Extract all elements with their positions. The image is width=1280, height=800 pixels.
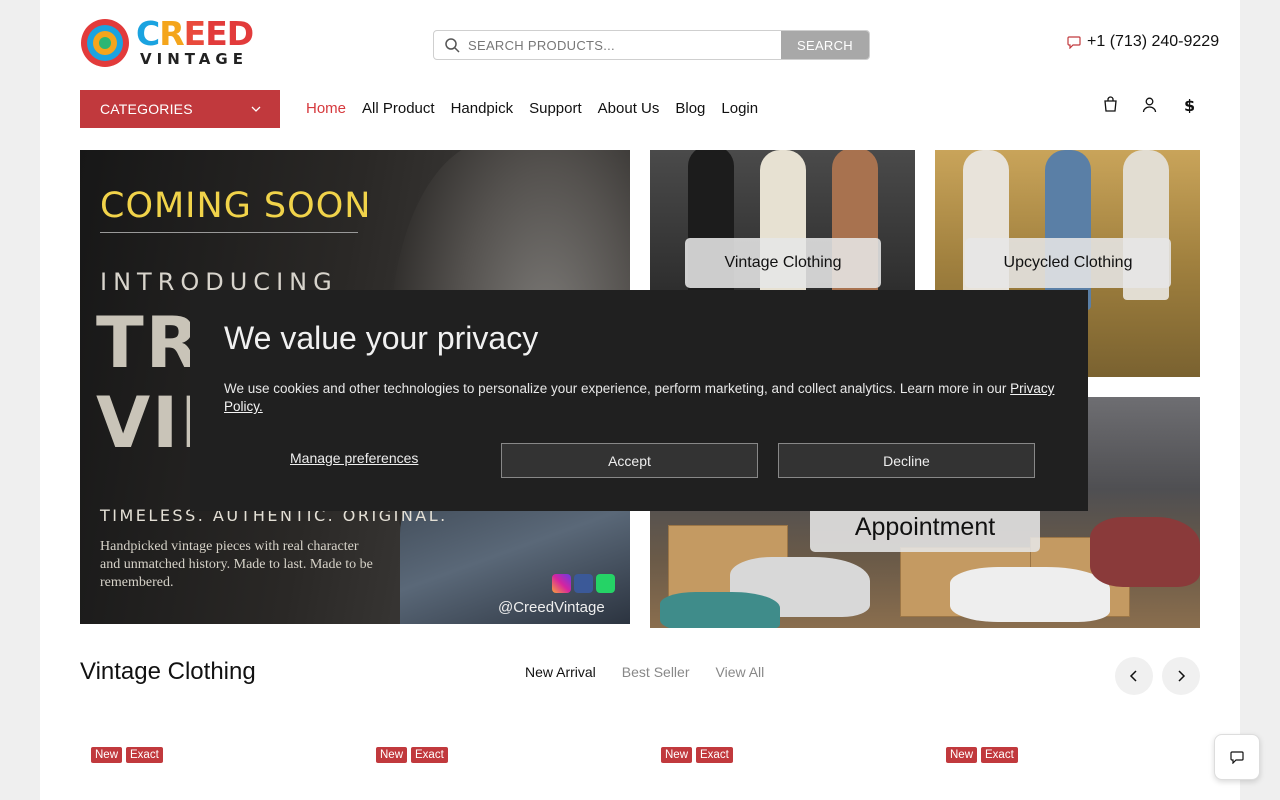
logo-subtitle: VINTAGE: [140, 50, 248, 68]
hero-coming-soon: COMING SOON: [100, 186, 372, 226]
nav-about-us[interactable]: About Us: [598, 100, 660, 117]
instagram-icon: [552, 574, 571, 593]
logo-letter: C: [136, 14, 160, 53]
privacy-body: We use cookies and other technologies to…: [224, 381, 1011, 396]
badge-exact: Exact: [411, 747, 448, 763]
phone-number: +1 (713) 240-9229: [1087, 33, 1220, 50]
clothes-pile-image: [950, 567, 1110, 622]
chat-button[interactable]: [1214, 734, 1260, 780]
privacy-text: We use cookies and other technologies to…: [224, 380, 1064, 416]
product-badges: New Exact: [376, 747, 448, 763]
decline-button[interactable]: Decline: [778, 443, 1035, 478]
categories-dropdown[interactable]: CATEGORIES: [80, 90, 280, 128]
logo-wordmark: CREED: [136, 14, 254, 54]
main-nav: Home All Product Handpick Support About …: [306, 100, 758, 117]
nav-handpick[interactable]: Handpick: [451, 100, 514, 117]
chevron-right-icon: [1178, 670, 1186, 682]
manage-preferences-link[interactable]: Manage preferences: [290, 450, 418, 466]
section-title: Vintage Clothing: [80, 658, 256, 685]
nav-home[interactable]: Home: [306, 100, 346, 117]
logo-letter: R: [159, 14, 184, 53]
chat-bubble-icon: [1067, 36, 1081, 49]
carousel-next-button[interactable]: [1162, 657, 1200, 695]
nav-icons: $: [1102, 96, 1197, 113]
nav-support[interactable]: Support: [529, 100, 582, 117]
nav-all-product[interactable]: All Product: [362, 100, 435, 117]
social-icons: [552, 574, 615, 593]
logo-letter: E: [183, 14, 207, 53]
tile-vintage-clothing[interactable]: Vintage Clothing: [650, 150, 915, 290]
clothes-pile-image: [660, 592, 780, 628]
shopping-bag-icon[interactable]: [1102, 96, 1119, 113]
badge-new: New: [376, 747, 408, 763]
badge-exact: Exact: [696, 747, 733, 763]
logo[interactable]: CREED VINTAGE: [80, 14, 254, 70]
user-icon[interactable]: [1141, 96, 1158, 113]
privacy-title: We value your privacy: [224, 320, 539, 356]
accept-button[interactable]: Accept: [501, 443, 758, 478]
categories-label: CATEGORIES: [100, 101, 193, 117]
badge-new: New: [91, 747, 123, 763]
product-badges: New Exact: [91, 747, 163, 763]
hero-handle: @CreedVintage: [498, 599, 605, 616]
tab-new-arrival[interactable]: New Arrival: [525, 664, 596, 680]
page: CREED VINTAGE SEARCH +1 (713) 240-9229 C…: [40, 0, 1240, 800]
phone-contact[interactable]: +1 (713) 240-9229: [1067, 33, 1219, 51]
badge-exact: Exact: [981, 747, 1018, 763]
search-button[interactable]: SEARCH: [781, 31, 869, 59]
tab-view-all[interactable]: View All: [716, 664, 765, 680]
tile-label: Upcycled Clothing: [965, 238, 1171, 288]
hero-divider: [100, 232, 358, 233]
chevron-down-icon: [251, 106, 261, 112]
badge-exact: Exact: [126, 747, 163, 763]
logo-target-icon: [81, 19, 129, 67]
currency-icon[interactable]: $: [1180, 96, 1197, 113]
chevron-left-icon: [1129, 670, 1137, 682]
product-badges: New Exact: [661, 747, 733, 763]
clothes-rack-image: [1090, 517, 1200, 587]
logo-letter: D: [226, 14, 254, 53]
hero-description: Handpicked vintage pieces with real char…: [100, 539, 373, 590]
badge-new: New: [946, 747, 978, 763]
privacy-modal: We value your privacy We use cookies and…: [190, 290, 1088, 511]
tab-best-seller[interactable]: Best Seller: [622, 664, 690, 680]
whatsapp-icon: [596, 574, 615, 593]
logo-letter: E: [205, 14, 228, 53]
nav-login[interactable]: Login: [721, 100, 758, 117]
product-badges: New Exact: [946, 747, 1018, 763]
section-tabs: New Arrival Best Seller View All: [525, 664, 764, 680]
search-input[interactable]: [434, 31, 783, 59]
tile-label: Vintage Clothing: [685, 238, 881, 288]
facebook-icon: [574, 574, 593, 593]
carousel-prev-button[interactable]: [1115, 657, 1153, 695]
search-bar: SEARCH: [433, 30, 870, 60]
badge-new: New: [661, 747, 693, 763]
chat-icon: [1230, 751, 1244, 764]
nav-blog[interactable]: Blog: [675, 100, 705, 117]
svg-text:$: $: [1184, 96, 1195, 113]
